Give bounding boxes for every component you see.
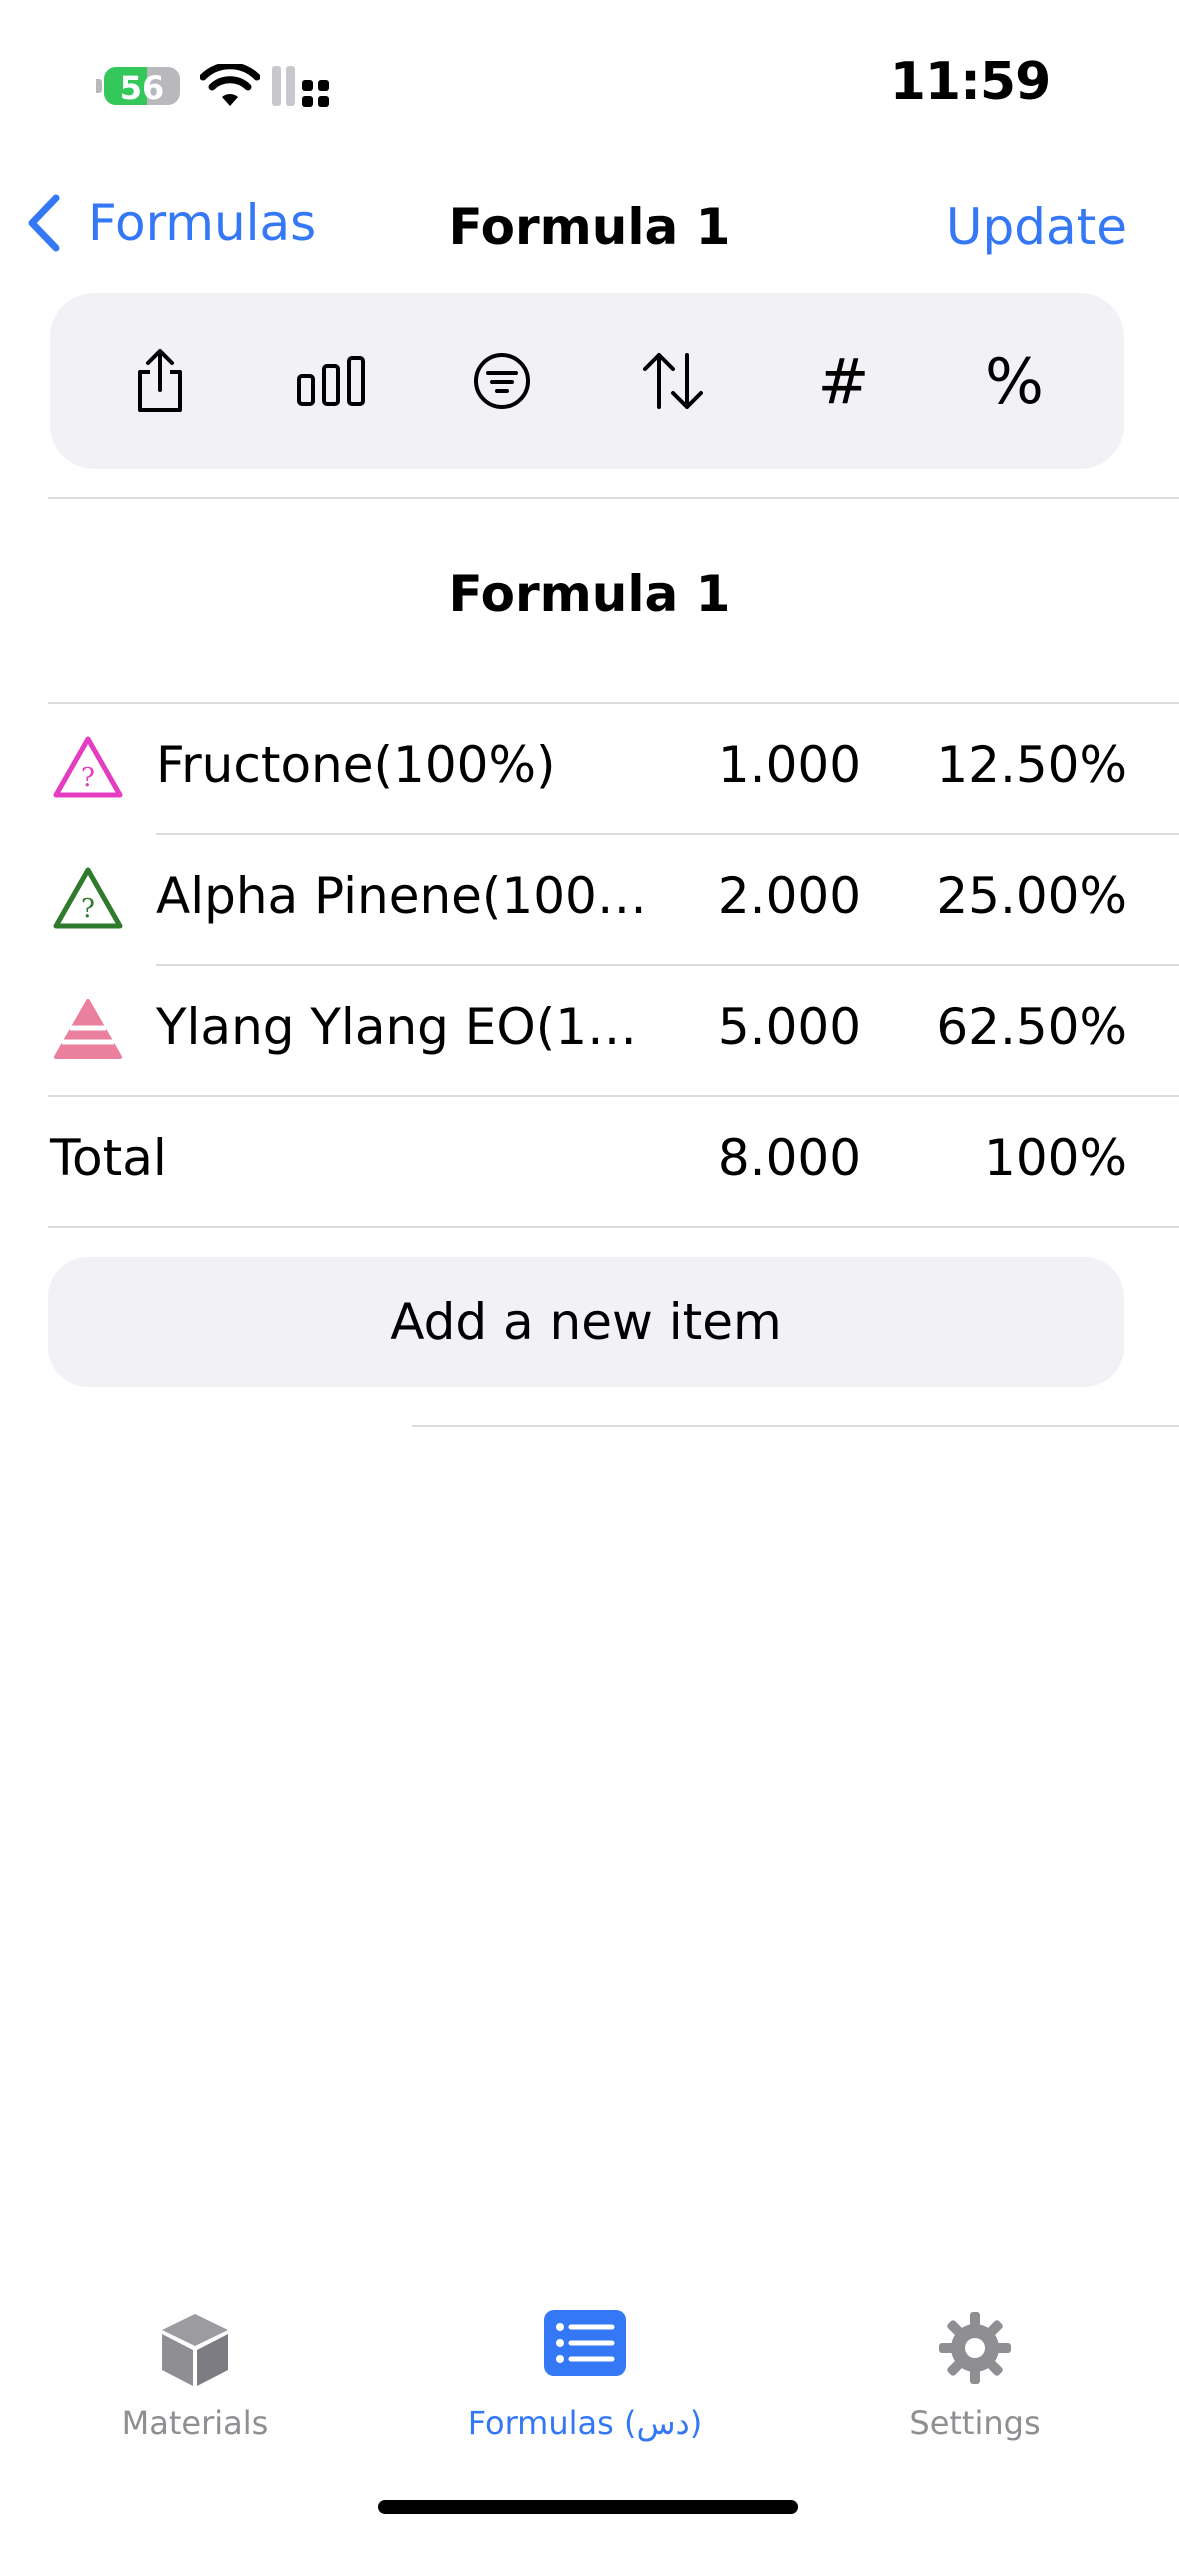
tab-bar: Materials Formulas (دس) Settings [0,2290,1179,2556]
cellular-icon [272,66,329,107]
gear-icon [939,2312,1011,2384]
warning-question-icon: ? [53,867,123,929]
add-item-button[interactable]: Add a new item [48,1257,1124,1387]
share-button[interactable] [100,321,220,441]
list-item[interactable]: Ylang Ylang EO(1… 5.000 62.50% [0,964,1179,1095]
battery-nub [96,79,102,93]
item-percent: 12.50% [936,736,1127,794]
formula-toolbar: # % [50,293,1124,469]
status-bar: 56 11:59 [0,0,1179,160]
bar-chart-icon [296,356,365,406]
battery-percent: 56 [119,69,165,105]
divider [412,1425,1179,1427]
total-percent: 100% [984,1129,1127,1187]
warning-question-icon: ? [53,736,123,798]
divider [48,1226,1179,1228]
tab-settings[interactable]: Settings [810,2290,1140,2442]
percent-mode-button[interactable]: % [955,321,1075,441]
wifi-icon [200,64,260,106]
back-button[interactable]: Formulas [26,194,316,252]
clock: 11:59 [889,52,1052,112]
total-label: Total [50,1129,167,1187]
number-icon: # [817,344,870,418]
chevron-left-icon [28,194,60,252]
update-button[interactable]: Update [946,198,1127,256]
back-button-label: Formulas [88,194,317,252]
item-amount: 1.000 [717,736,861,794]
formula-title: Formula 1 [448,565,731,623]
item-name: Ylang Ylang EO(1… [156,998,638,1056]
item-name: Fructone(100%) [156,736,556,794]
item-name: Alpha Pinene(100… [156,867,647,925]
item-amount: 2.000 [717,867,861,925]
navigation-bar: Formulas Formula 1 Update [0,180,1179,270]
home-indicator[interactable] [378,2500,798,2514]
sort-button[interactable] [613,321,733,441]
list-item[interactable]: ? Alpha Pinene(100… 2.000 25.00% [0,833,1179,964]
chart-button[interactable] [271,321,391,441]
filter-icon [473,353,530,409]
item-percent: 62.50% [936,998,1127,1056]
share-icon [137,349,182,412]
total-row: Total 8.000 100% [0,1095,1179,1226]
tab-label: Formulas (دس) [467,2404,703,2442]
tab-formulas[interactable]: Formulas (دس) [420,2290,750,2442]
percent-icon: % [985,344,1044,418]
total-amount: 8.000 [717,1129,861,1187]
tab-materials[interactable]: Materials [30,2290,360,2442]
cube-icon [162,2314,228,2386]
list-item[interactable]: ? Fructone(100%) 1.000 12.50% [0,702,1179,833]
number-mode-button[interactable]: # [784,321,904,441]
striped-triangle-icon [54,999,122,1059]
filter-button[interactable] [442,321,562,441]
divider [48,497,1179,499]
svg-text:?: ? [81,894,95,924]
tab-label: Materials [121,2404,269,2442]
svg-text:?: ? [81,763,95,793]
sort-icon [642,353,703,409]
tab-label: Settings [909,2404,1041,2442]
battery-icon: 56 [104,67,180,105]
item-amount: 5.000 [717,998,861,1056]
item-percent: 25.00% [936,867,1127,925]
list-icon [544,2310,626,2376]
